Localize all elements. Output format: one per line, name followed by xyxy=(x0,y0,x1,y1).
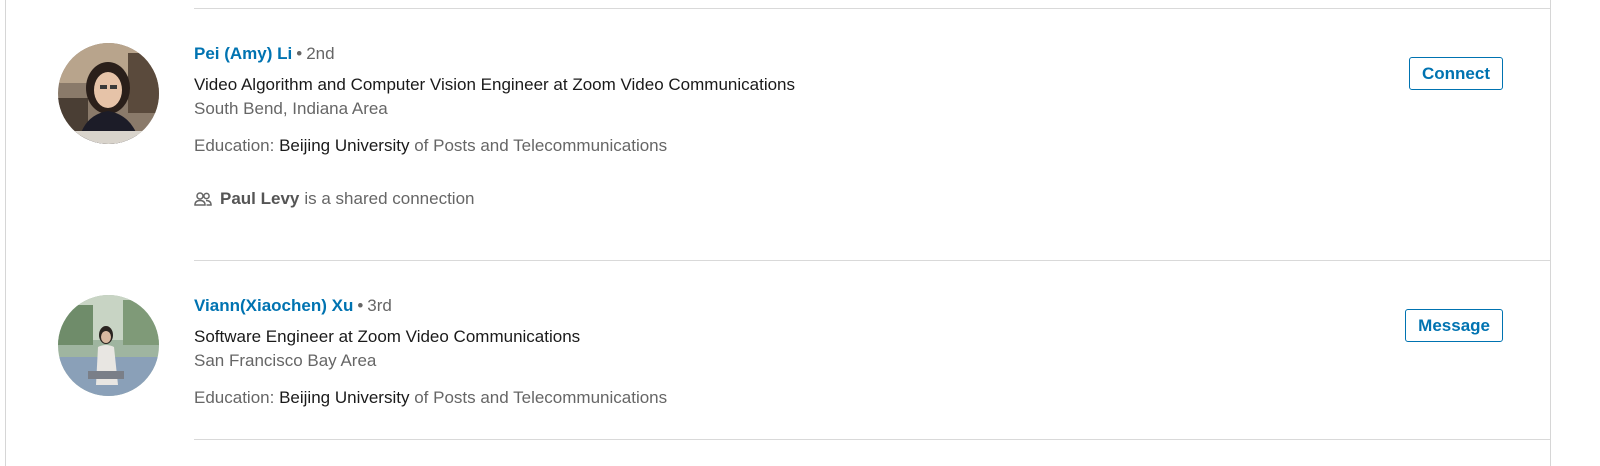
connect-button[interactable]: Connect xyxy=(1409,57,1503,90)
education-rest: of Posts and Telecommunications xyxy=(414,136,668,155)
divider xyxy=(194,260,1550,261)
divider xyxy=(194,439,1550,440)
education-highlight: Beijing University xyxy=(279,136,410,155)
profile-avatar[interactable] xyxy=(58,43,159,144)
shared-connection-name: Paul Levy xyxy=(220,189,300,208)
profile-location: San Francisco Bay Area xyxy=(194,351,377,370)
people-icon xyxy=(194,191,212,207)
shared-connection-text: is a shared connection xyxy=(304,189,475,208)
avatar-image xyxy=(58,43,159,144)
avatar-image xyxy=(58,295,159,396)
education-snippet: Education: Beijing University of Posts a… xyxy=(194,387,667,409)
degree-separator: • xyxy=(296,44,303,63)
result-info: Viann(Xiaochen) Xu • 3rd Software Engineer… xyxy=(194,295,667,409)
profile-headline: Software Engineer at Zoom Video Communic… xyxy=(194,327,581,346)
education-label: Education: xyxy=(194,388,275,407)
name-line: Viann(Xiaochen) Xu • 3rd xyxy=(194,295,667,317)
education-label: Education: xyxy=(194,136,275,155)
connection-degree: 2nd xyxy=(306,44,335,63)
divider xyxy=(194,8,1550,9)
profile-headline: Video Algorithm and Computer Vision Engi… xyxy=(194,75,796,94)
education-rest: of Posts and Telecommunications xyxy=(414,388,668,407)
profile-location: South Bend, Indiana Area xyxy=(194,99,388,118)
education-highlight: Beijing University xyxy=(279,388,410,407)
education-snippet: Education: Beijing University of Posts a… xyxy=(194,135,795,157)
connection-degree: 3rd xyxy=(367,296,392,315)
search-results-card: Pei (Amy) Li • 2nd Video Algorithm and Com… xyxy=(5,0,1551,466)
profile-name-link[interactable]: Pei (Amy) Li xyxy=(194,44,292,63)
profile-name-link[interactable]: Viann(Xiaochen) Xu xyxy=(194,296,353,315)
degree-separator: • xyxy=(357,296,364,315)
name-line: Pei (Amy) Li • 2nd xyxy=(194,43,795,65)
result-info: Pei (Amy) Li • 2nd Video Algorithm and Com… xyxy=(194,43,795,210)
profile-avatar[interactable] xyxy=(58,295,159,396)
shared-connection[interactable]: Paul Levy is a shared connection xyxy=(194,188,795,210)
message-button[interactable]: Message xyxy=(1405,309,1503,342)
